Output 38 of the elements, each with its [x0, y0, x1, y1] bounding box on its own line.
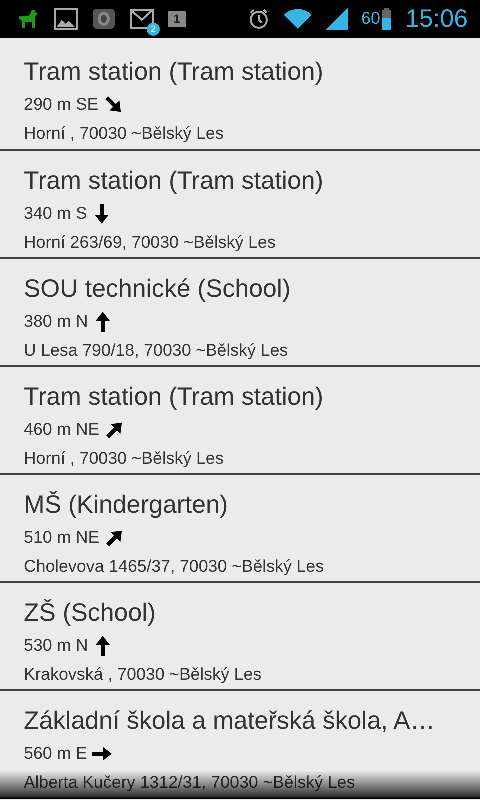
mail-icon	[130, 8, 154, 30]
place-name: Tram station (Tram station)	[24, 166, 325, 197]
mail-count-badge: 2	[147, 23, 160, 36]
place-item[interactable]: ZŠ (School) 530 m N Krakovská , 70030 ~Bělský Les	[0, 583, 480, 691]
place-item[interactable]: MŠ (Kindergarten) 510 m NE Cholevova 1465/37, 70030 ~Bělský Les	[0, 475, 480, 583]
clock: 15:06	[405, 4, 468, 34]
place-name: SOU technické (School)	[24, 274, 292, 305]
signal-icon	[326, 8, 348, 30]
distance: 340 m S	[24, 204, 88, 224]
calendar-icon: 1	[168, 11, 186, 27]
wifi-icon	[284, 8, 312, 30]
place-address: Horní , 70030 ~Bělský Les	[24, 123, 225, 145]
place-name: Základní škola a mateřská škola, A…	[24, 706, 436, 737]
place-name: Tram station (Tram station)	[24, 382, 325, 413]
place-item[interactable]: Základní škola a mateřská škola, A… 560 m E Alberta Kučery 1312/31, 70030 ~Bělský Les	[0, 691, 480, 799]
place-address: Horní , 70030 ~Bělský Les	[24, 448, 225, 470]
place-item[interactable]: Tram station (Tram station) 460 m NE Horní , 70030 ~Bělský Les	[0, 367, 480, 475]
battery-percent: 60	[362, 9, 380, 29]
distance: 510 m NE	[24, 528, 100, 548]
place-address: Cholevova 1465/37, 70030 ~Bělský Les	[24, 556, 326, 578]
place-name: ZŠ (School)	[24, 598, 157, 629]
distance: 380 m N	[24, 312, 88, 332]
place-address: Krakovská , 70030 ~Bělský Les	[24, 664, 263, 686]
place-item[interactable]: SOU technické (School) 380 m N U Lesa 790/18, 70030 ~Bělský Les	[0, 259, 480, 367]
place-address: Alberta Kučery 1312/31, 70030 ~Bělský Les	[24, 772, 356, 794]
place-item[interactable]: Tram station (Tram station) 340 m S Horní 263/69, 70030 ~Bělský Les	[0, 151, 480, 259]
image-icon	[54, 8, 78, 30]
distance: 560 m E	[24, 744, 88, 764]
battery-icon	[382, 8, 392, 30]
place-name: Tram station (Tram station)	[24, 57, 325, 88]
distance: 290 m SE	[24, 95, 99, 115]
place-address: Horní 263/69, 70030 ~Bělský Les	[24, 232, 277, 254]
place-item[interactable]: Tram station (Tram station) 290 m SE Horní , 70030 ~Bělský Les	[0, 38, 480, 151]
place-address: U Lesa 790/18, 70030 ~Bělský Les	[24, 340, 290, 362]
distance: 530 m N	[24, 636, 88, 656]
distance: 460 m NE	[24, 420, 100, 440]
alarm-icon	[248, 8, 270, 30]
place-name: MŠ (Kindergarten)	[24, 490, 230, 521]
